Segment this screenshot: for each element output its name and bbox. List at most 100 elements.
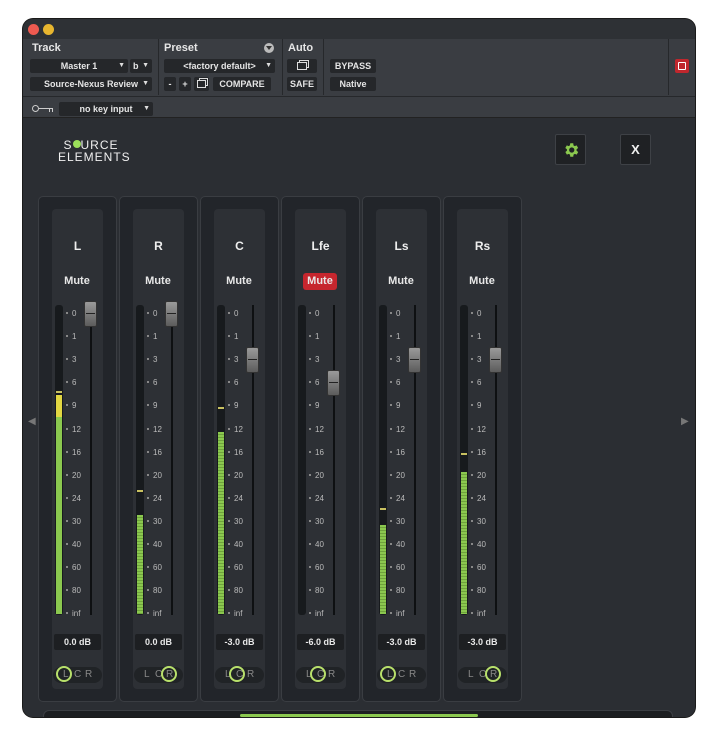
pan-selector[interactable]: LCR bbox=[458, 666, 507, 683]
scale-tick-label: 9 bbox=[309, 402, 319, 410]
pan-option-r[interactable]: R bbox=[409, 669, 416, 680]
pan-selector[interactable]: LCR bbox=[134, 666, 183, 683]
minimize-window-button[interactable] bbox=[43, 24, 54, 35]
scale-tick-label: 40 bbox=[147, 541, 162, 549]
scale-tick-label: 12 bbox=[228, 425, 243, 434]
bypass-button[interactable]: BYPASS bbox=[330, 59, 376, 73]
fader-track[interactable] bbox=[171, 305, 173, 615]
fader-track[interactable] bbox=[90, 305, 92, 615]
volume-fader-handle[interactable] bbox=[246, 347, 259, 374]
scale-tick-label: 80 bbox=[390, 587, 405, 595]
meter-fill bbox=[137, 515, 143, 614]
preset-select[interactable]: <factory default> ▼ bbox=[164, 59, 275, 73]
scale-tick-label: 6 bbox=[147, 379, 157, 387]
pan-selector[interactable]: LCR bbox=[377, 666, 426, 683]
pan-option-l[interactable]: L bbox=[144, 669, 150, 680]
gain-readout[interactable]: -6.0 dB bbox=[297, 634, 344, 650]
pan-option-c[interactable]: C bbox=[74, 669, 81, 680]
pan-knob-icon[interactable] bbox=[161, 666, 177, 682]
scale-tick-label: 40 bbox=[66, 541, 81, 549]
scale-tick-label: 60 bbox=[147, 564, 162, 572]
preset-next-button[interactable]: + bbox=[179, 77, 191, 91]
track-select-value: Master 1 bbox=[60, 61, 98, 71]
scale-tick-label: 30 bbox=[147, 517, 162, 526]
channel-strip-l: L Mute 0 1 3 6 9 12 16 20 24 30 40 60 80 inf 0.0 dB L C R bbox=[38, 196, 117, 702]
fader-track[interactable] bbox=[333, 305, 335, 615]
pan-selector[interactable]: LCR bbox=[215, 666, 264, 683]
scroll-right-arrow-icon[interactable]: ▶ bbox=[681, 416, 689, 427]
pan-knob-icon[interactable] bbox=[380, 666, 396, 682]
mute-button[interactable]: Mute bbox=[60, 273, 94, 290]
scale-tick-label: 60 bbox=[390, 564, 405, 572]
scale-tick-label: 24 bbox=[147, 494, 162, 503]
gain-readout[interactable]: -3.0 dB bbox=[216, 634, 263, 650]
pan-selector[interactable]: LCR bbox=[296, 666, 345, 683]
mute-button[interactable]: Mute bbox=[303, 273, 337, 290]
scale-tick-label: inf bbox=[147, 610, 161, 618]
volume-fader-handle[interactable] bbox=[165, 301, 178, 327]
compare-button[interactable]: COMPARE bbox=[213, 77, 271, 91]
automation-button[interactable] bbox=[287, 59, 317, 73]
scale-tick-label: 20 bbox=[228, 471, 243, 480]
pan-knob-icon[interactable] bbox=[485, 666, 501, 682]
scroll-left-arrow-icon[interactable]: ◀ bbox=[28, 416, 36, 427]
volume-fader-handle[interactable] bbox=[84, 301, 97, 327]
scale-tick-label: 1 bbox=[390, 333, 400, 341]
scale-tick-label: 80 bbox=[147, 587, 162, 595]
pan-knob-icon[interactable] bbox=[56, 666, 72, 682]
mute-button[interactable]: Mute bbox=[465, 273, 499, 290]
settings-button[interactable] bbox=[555, 134, 586, 165]
plugin-body: S URCE ELEMENTS X ◀ ▶ L Mute 0 1 3 6 9 12 16 20 24 3… bbox=[23, 118, 695, 717]
channel-panel: Lfe Mute 0 1 3 6 9 12 16 20 24 30 40 60 80 inf -6.0 dB L C… bbox=[295, 209, 346, 689]
track-select[interactable]: Master 1 ▼ bbox=[30, 59, 128, 73]
pan-knob-icon[interactable] bbox=[310, 666, 326, 682]
mute-button[interactable]: Mute bbox=[384, 273, 418, 290]
scale-tick-label: inf bbox=[390, 610, 404, 618]
scale-tick-label: 30 bbox=[228, 517, 243, 526]
scrollbar-thumb[interactable] bbox=[240, 714, 478, 717]
scale-tick-label: 16 bbox=[66, 448, 81, 457]
close-window-button[interactable] bbox=[28, 24, 39, 35]
horizontal-scrollbar[interactable] bbox=[43, 710, 673, 717]
pan-option-r[interactable]: R bbox=[328, 669, 335, 680]
scale-tick-label: 3 bbox=[471, 356, 481, 364]
mute-button[interactable]: Mute bbox=[141, 273, 175, 290]
volume-fader-handle[interactable] bbox=[489, 347, 502, 374]
preset-previous-button[interactable]: - bbox=[164, 77, 176, 91]
scale-tick-label: 16 bbox=[228, 448, 243, 457]
pan-option-r[interactable]: R bbox=[85, 669, 92, 680]
gain-readout[interactable]: -3.0 dB bbox=[459, 634, 506, 650]
level-meter bbox=[460, 305, 468, 615]
insert-select[interactable]: Source-Nexus Review ▼ bbox=[30, 77, 152, 91]
chevron-down-icon: ▼ bbox=[118, 62, 125, 69]
scale-tick-label: 20 bbox=[66, 471, 81, 480]
close-panel-button[interactable]: X bbox=[620, 134, 651, 165]
channel-name: L bbox=[73, 239, 82, 253]
scale-tick-label: 24 bbox=[228, 494, 243, 503]
pan-selector[interactable]: LCR bbox=[53, 666, 102, 683]
track-variant-select[interactable]: b ▼ bbox=[130, 59, 152, 73]
mute-button[interactable]: Mute bbox=[222, 273, 256, 290]
preset-menu-icon[interactable] bbox=[264, 43, 274, 53]
key-input-select[interactable]: no key input ▼ bbox=[59, 102, 153, 116]
pan-option-l[interactable]: L bbox=[468, 669, 474, 680]
scale-tick-label: 20 bbox=[147, 471, 162, 480]
volume-fader-handle[interactable] bbox=[408, 347, 421, 374]
pan-option-c[interactable]: C bbox=[398, 669, 405, 680]
gain-readout[interactable]: 0.0 dB bbox=[54, 634, 101, 650]
scale-tick-label: 0 bbox=[309, 310, 319, 318]
pan-knob-icon[interactable] bbox=[229, 666, 245, 682]
target-button[interactable] bbox=[675, 59, 689, 73]
gain-readout[interactable]: 0.0 dB bbox=[135, 634, 182, 650]
scale-tick-label: 60 bbox=[66, 564, 81, 572]
channel-strip-c: C Mute 0 1 3 6 9 12 16 20 24 30 40 60 80 inf -3.0 dB L C R bbox=[200, 196, 279, 702]
gain-readout[interactable]: -3.0 dB bbox=[378, 634, 425, 650]
preset-copy-button[interactable] bbox=[194, 77, 209, 91]
scale-tick-label: 3 bbox=[66, 356, 76, 364]
pan-option-r[interactable]: R bbox=[247, 669, 254, 680]
chevron-down-icon: ▼ bbox=[143, 105, 150, 112]
volume-fader-handle[interactable] bbox=[327, 370, 340, 397]
scale-tick-label: 20 bbox=[471, 471, 486, 480]
safe-button[interactable]: SAFE bbox=[287, 77, 317, 91]
native-button[interactable]: Native bbox=[330, 77, 376, 91]
